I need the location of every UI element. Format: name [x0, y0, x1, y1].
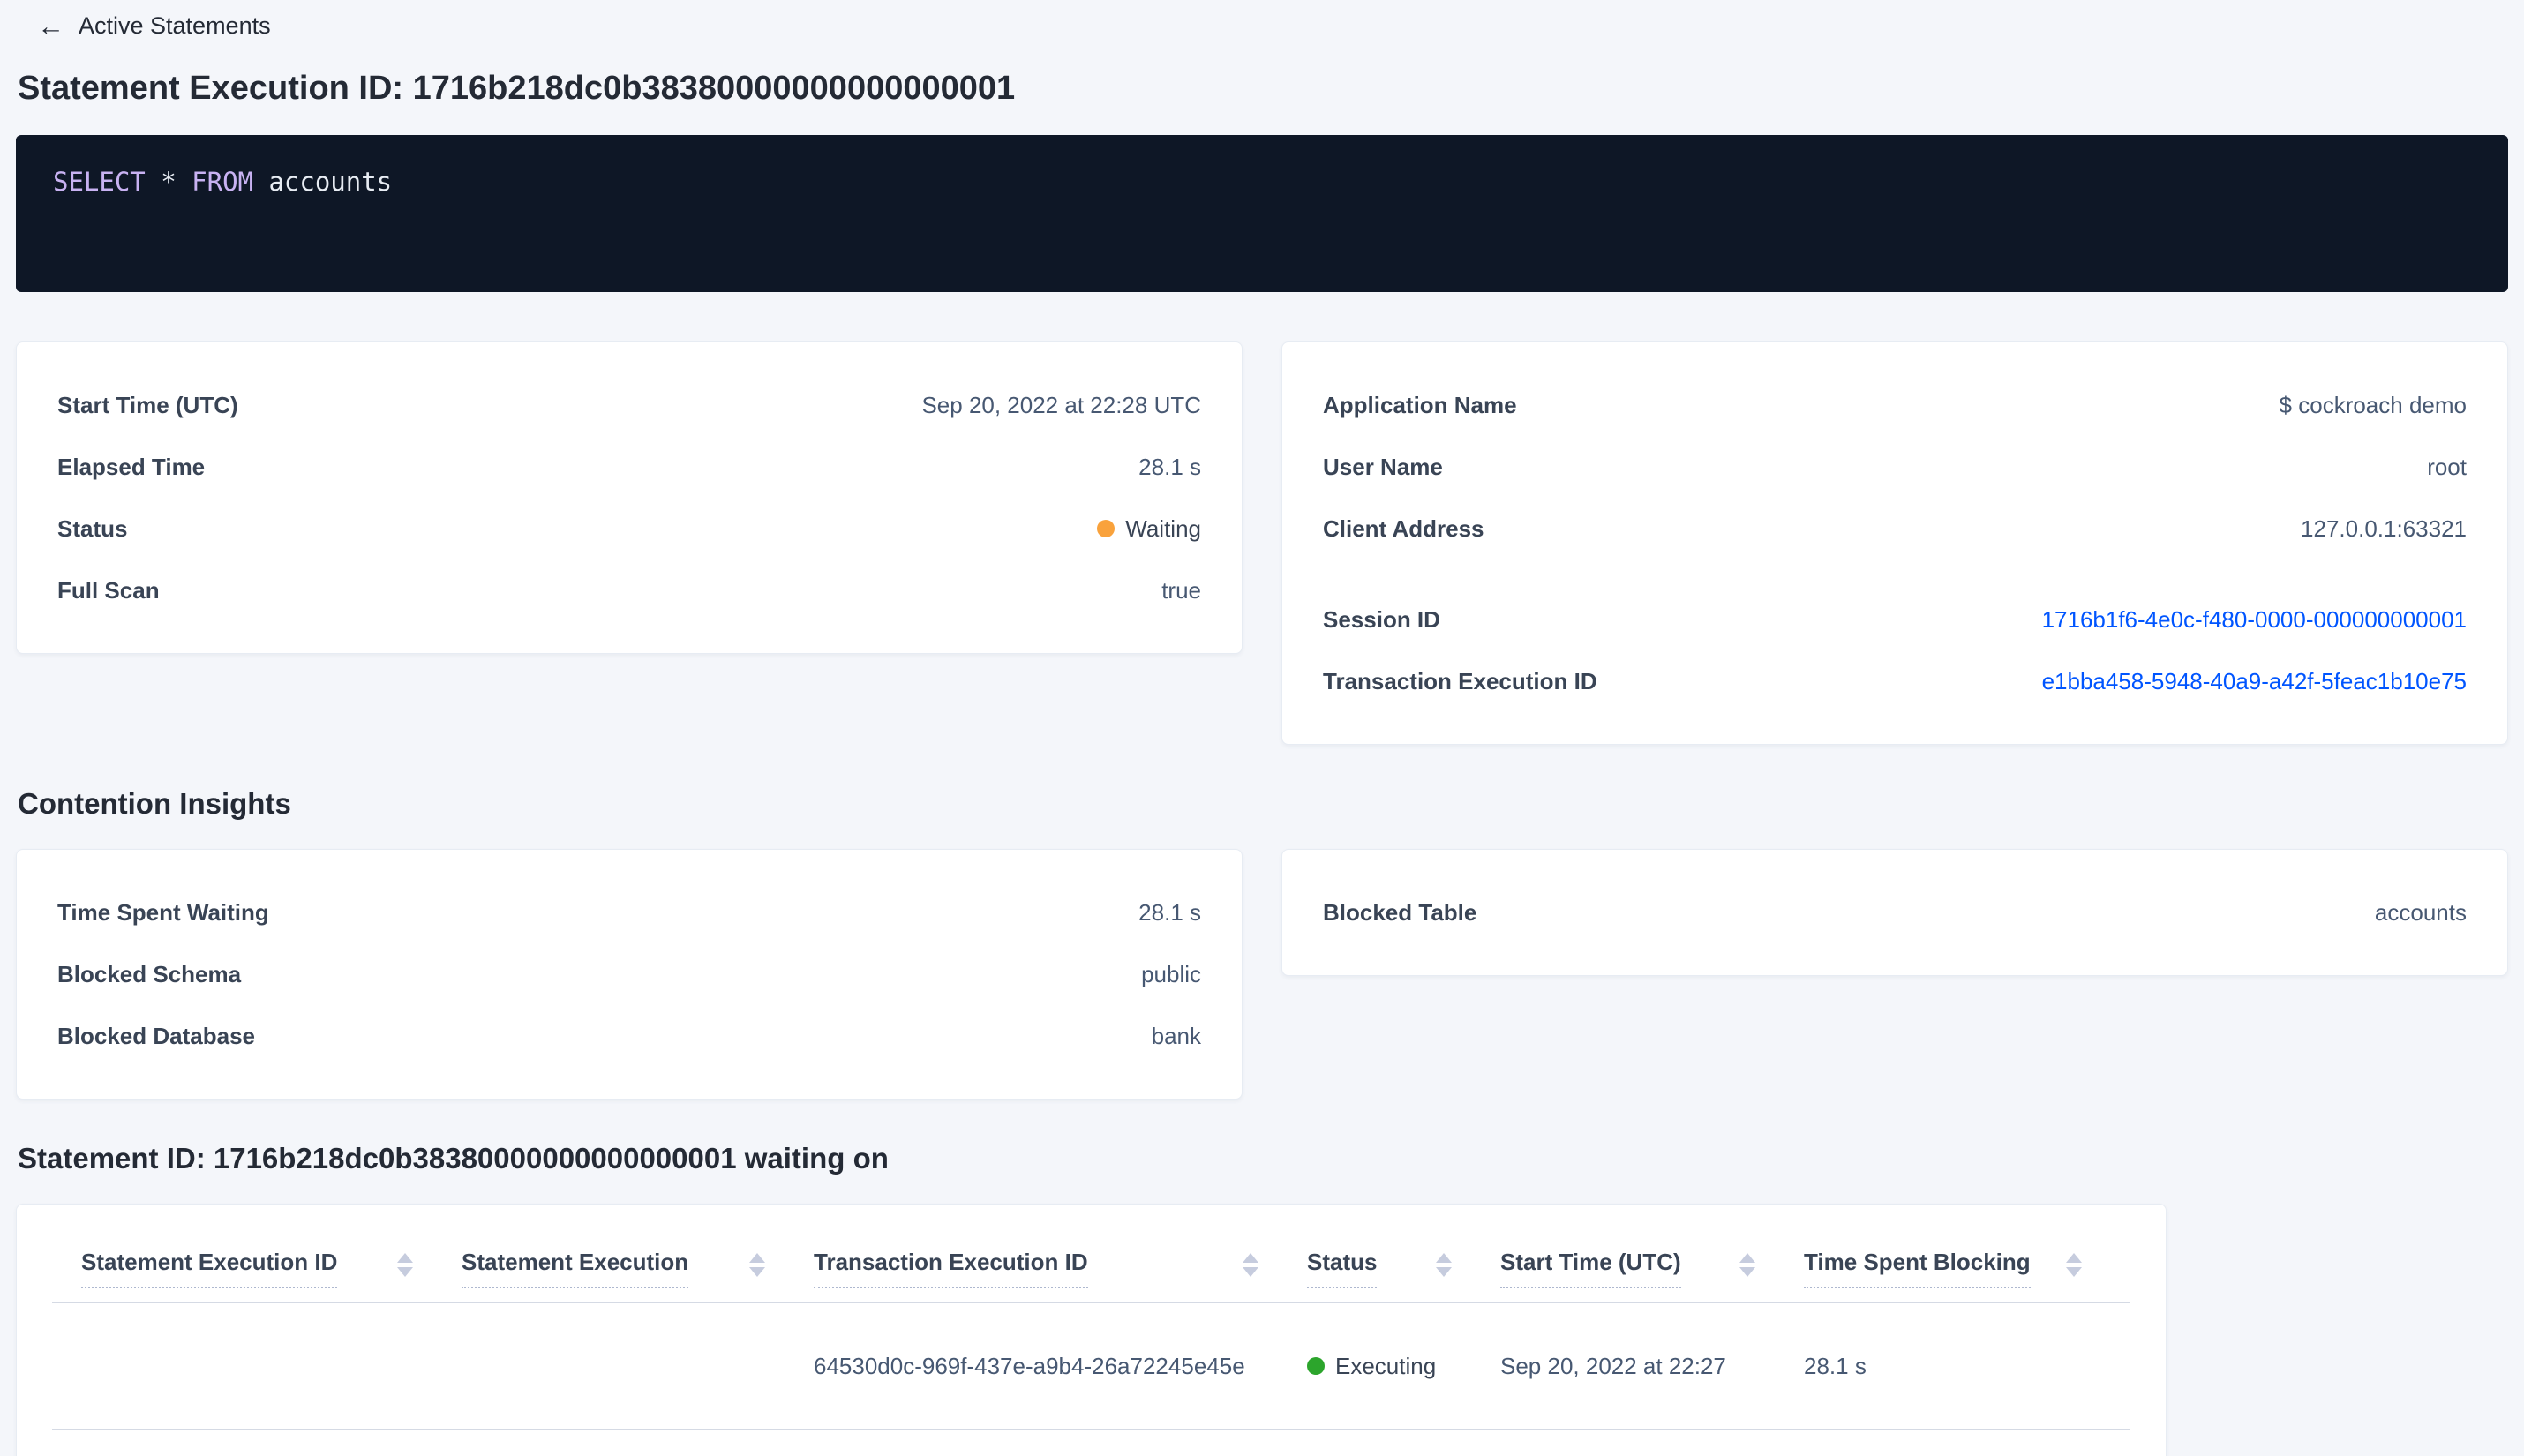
contention-waiting-card: Time Spent Waiting 28.1 s Blocked Schema…: [16, 849, 1243, 1100]
status-badge: Executing: [1307, 1353, 1436, 1380]
session-id-link[interactable]: 1716b1f6-4e0c-f480-0000-000000000001: [2042, 606, 2467, 634]
row-value: $ cockroach demo: [2279, 391, 2467, 418]
row-label: Time Spent Waiting: [57, 898, 269, 926]
back-link-label: Active Statements: [79, 12, 271, 39]
summary-cards-row: Start Time (UTC) Sep 20, 2022 at 22:28 U…: [16, 341, 2508, 745]
row-label: Status: [57, 514, 128, 542]
executing-status-dot-icon: [1307, 1357, 1325, 1375]
column-header-label: Start Time (UTC): [1500, 1249, 1681, 1288]
sql-text: *: [145, 167, 192, 197]
row-elapsed-time: Elapsed Time 28.1 s: [57, 436, 1201, 498]
row-start-time: Start Time (UTC) Sep 20, 2022 at 22:28 U…: [57, 374, 1201, 436]
row-blocked-database: Blocked Database bank: [57, 1005, 1201, 1067]
session-details-card: Application Name $ cockroach demo User N…: [1281, 341, 2508, 745]
row-user-name: User Name root: [1323, 436, 2467, 498]
table-header-row: Statement Execution ID Statement Executi…: [52, 1240, 2130, 1303]
row-label: Start Time (UTC): [57, 391, 238, 418]
status-text: Executing: [1335, 1352, 1437, 1379]
row-status: Status Waiting: [57, 498, 1201, 559]
column-header-label: Status: [1307, 1249, 1378, 1288]
statement-execution-page: ← Active Statements Statement Execution …: [0, 0, 2524, 1456]
sql-identifier: accounts: [253, 167, 393, 197]
row-blocked-table: Blocked Table accounts: [1323, 882, 2467, 943]
status-badge: Waiting: [1097, 515, 1201, 543]
cell-status: Executing: [1307, 1303, 1500, 1429]
execution-details-card: Start Time (UTC) Sep 20, 2022 at 22:28 U…: [16, 341, 1243, 654]
column-header-label: Statement Execution ID: [81, 1249, 338, 1288]
row-blocked-schema: Blocked Schema public: [57, 943, 1201, 1005]
sort-icon[interactable]: [2066, 1253, 2082, 1277]
column-header-statement-execution-id[interactable]: Statement Execution ID: [81, 1249, 462, 1288]
row-label: Elapsed Time: [57, 453, 206, 480]
column-header-label: Transaction Execution ID: [814, 1249, 1088, 1288]
row-label: User Name: [1323, 453, 1443, 480]
row-value: true: [1161, 576, 1201, 604]
waiting-on-heading: Statement ID: 1716b218dc0b38380000000000…: [18, 1142, 889, 1175]
sort-icon[interactable]: [1739, 1253, 1755, 1277]
row-label: Application Name: [1323, 391, 1517, 418]
cell-statement-execution-id: [81, 1303, 462, 1429]
blocked-table-card: Blocked Table accounts: [1281, 849, 2508, 976]
waiting-on-table-card: Statement Execution ID Statement Executi…: [16, 1204, 2167, 1456]
table-row: 64530d0c-969f-437e-a9b4-26a72245e45e Exe…: [52, 1303, 2130, 1430]
row-value: Sep 20, 2022 at 22:28 UTC: [921, 391, 1201, 418]
row-application-name: Application Name $ cockroach demo: [1323, 374, 2467, 436]
row-transaction-execution-id: Transaction Execution ID e1bba458-5948-4…: [1323, 650, 2467, 712]
column-header-start-time[interactable]: Start Time (UTC): [1500, 1249, 1804, 1288]
row-value: root: [2427, 453, 2467, 480]
sort-icon[interactable]: [1243, 1253, 1258, 1277]
row-full-scan: Full Scan true: [57, 559, 1201, 621]
row-value: 28.1 s: [1138, 898, 1201, 926]
row-label: Blocked Database: [57, 1022, 255, 1049]
row-label: Client Address: [1323, 514, 1484, 542]
sql-statement-box: SELECT * FROM accounts: [16, 135, 2508, 292]
row-value: 127.0.0.1:63321: [2301, 514, 2467, 542]
row-label: Full Scan: [57, 576, 160, 604]
row-time-spent-waiting: Time Spent Waiting 28.1 s: [57, 882, 1201, 943]
row-value: public: [1141, 960, 1201, 987]
row-client-address: Client Address 127.0.0.1:63321: [1323, 498, 2467, 559]
row-value: bank: [1151, 1022, 1201, 1049]
row-label: Session ID: [1323, 605, 1440, 633]
back-link[interactable]: ← Active Statements: [37, 12, 271, 40]
left-arrow-icon: ←: [37, 11, 64, 41]
column-header-label: Statement Execution: [462, 1249, 689, 1288]
transaction-execution-id-link[interactable]: e1bba458-5948-40a9-a42f-5feac1b10e75: [2042, 668, 2467, 695]
column-header-label: Time Spent Blocking: [1804, 1249, 2031, 1288]
sql-keyword: SELECT: [53, 167, 146, 197]
cell-transaction-execution-id: 64530d0c-969f-437e-a9b4-26a72245e45e: [814, 1352, 1245, 1379]
row-label: Blocked Schema: [57, 960, 242, 987]
cell-time-spent-blocking: 28.1 s: [1804, 1352, 1867, 1379]
contention-cards-row: Time Spent Waiting 28.1 s Blocked Schema…: [16, 849, 2508, 1100]
cell-statement-execution: [462, 1303, 814, 1429]
row-session-id: Session ID 1716b1f6-4e0c-f480-0000-00000…: [1323, 589, 2467, 650]
row-value: 28.1 s: [1138, 453, 1201, 480]
status-text: Waiting: [1125, 514, 1201, 542]
sql-keyword: FROM: [192, 167, 253, 197]
column-header-status[interactable]: Status: [1307, 1249, 1500, 1288]
column-header-transaction-execution-id[interactable]: Transaction Execution ID: [814, 1249, 1307, 1288]
cell-start-time: Sep 20, 2022 at 22:27: [1500, 1352, 1726, 1379]
sort-icon[interactable]: [749, 1253, 765, 1277]
waiting-status-dot-icon: [1097, 520, 1116, 537]
sort-icon[interactable]: [397, 1253, 413, 1277]
column-header-time-spent-blocking[interactable]: Time Spent Blocking: [1804, 1249, 2130, 1288]
sort-icon[interactable]: [1436, 1253, 1452, 1277]
page-title: Statement Execution ID: 1716b218dc0b3838…: [18, 70, 1016, 107]
row-label: Transaction Execution ID: [1323, 667, 1597, 694]
row-value: accounts: [2374, 898, 2467, 926]
contention-insights-heading: Contention Insights: [18, 787, 291, 820]
row-label: Blocked Table: [1323, 898, 1477, 926]
column-header-statement-execution[interactable]: Statement Execution: [462, 1249, 814, 1288]
